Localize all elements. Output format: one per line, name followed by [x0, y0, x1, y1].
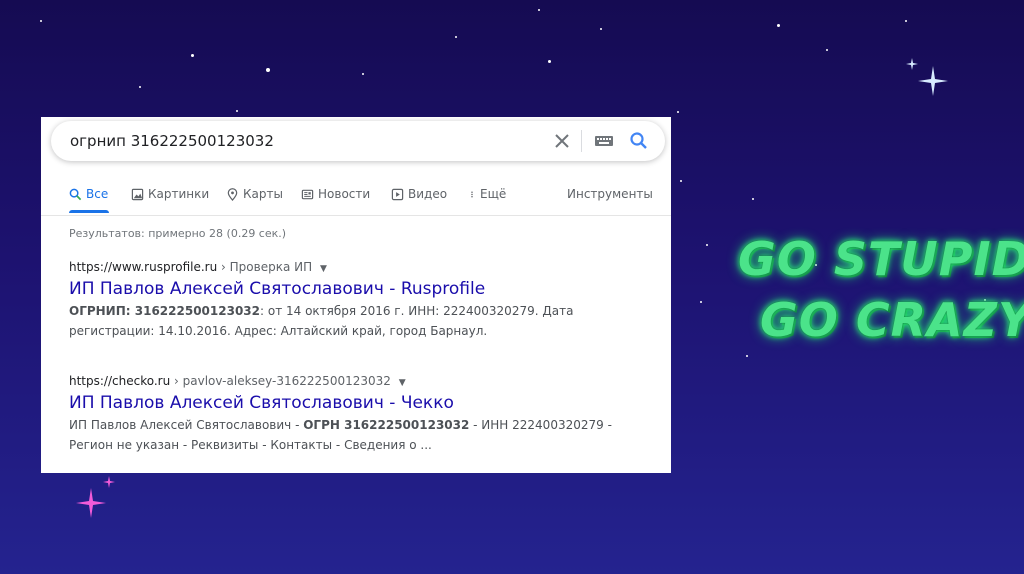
search-tabs: Все Картинки Карты Новости Видео Ещё Инс…	[41, 177, 671, 216]
search-results-screenshot: огрнип 316222500123032 Все Картинки Карт…	[41, 117, 671, 473]
map-pin-icon	[227, 187, 238, 201]
result-breadcrumb: › Проверка ИП	[221, 260, 313, 274]
chevron-down-icon[interactable]: ▼	[399, 378, 406, 388]
star	[700, 301, 702, 303]
result-url[interactable]: https://www.rusprofile.ru › Проверка ИП …	[69, 260, 629, 274]
star	[746, 355, 748, 357]
search-result: https://checko.ru › pavlov-aleksey-31622…	[69, 374, 629, 455]
chevron-down-icon[interactable]: ▼	[320, 264, 327, 274]
news-icon	[301, 189, 314, 199]
star	[826, 49, 828, 51]
snippet-highlight: ОГРН 316222500123032	[303, 418, 470, 432]
tab-images[interactable]: Картинки	[131, 187, 209, 201]
close-icon[interactable]	[552, 131, 572, 151]
image-icon	[131, 188, 144, 200]
active-tab-indicator	[69, 210, 109, 213]
star	[266, 68, 270, 72]
star	[752, 198, 754, 200]
keyboard-icon[interactable]	[594, 131, 614, 151]
star	[677, 111, 679, 113]
result-site: https://www.rusprofile.ru	[69, 260, 218, 274]
search-input[interactable]: огрнип 316222500123032	[70, 132, 274, 150]
tools-label: Инструменты	[567, 187, 653, 201]
neon-text-line-1: GO STUPID	[738, 232, 1024, 286]
result-stats: Результатов: примерно 28 (0.29 сек.)	[69, 227, 287, 240]
more-vertical-icon	[471, 190, 473, 198]
result-title-link[interactable]: ИП Павлов Алексей Святославович - Чекко	[69, 393, 629, 413]
search-icon[interactable]	[629, 131, 649, 151]
star	[236, 110, 238, 112]
tab-label: Все	[86, 187, 109, 201]
star	[362, 73, 364, 75]
star	[191, 54, 194, 57]
star	[455, 36, 457, 38]
tab-maps[interactable]: Карты	[226, 187, 283, 201]
search-icon	[69, 188, 82, 200]
search-result: https://www.rusprofile.ru › Проверка ИП …	[69, 260, 629, 341]
star	[139, 86, 141, 88]
sparkle-icon	[103, 476, 115, 488]
sparkle-icon	[76, 488, 106, 518]
result-snippet: ИП Павлов Алексей Святославович - ОГРН 3…	[69, 415, 629, 455]
neon-text-line-2: GO CRAZY	[760, 293, 1024, 347]
sparkle-icon	[918, 66, 948, 96]
tab-video[interactable]: Видео	[391, 187, 447, 201]
result-site: https://checko.ru	[69, 374, 171, 388]
result-url[interactable]: https://checko.ru › pavlov-aleksey-31622…	[69, 374, 629, 388]
tab-label: Видео	[408, 187, 448, 201]
result-breadcrumb: › pavlov-aleksey-316222500123032	[174, 374, 391, 388]
result-snippet: ОГРНИП: 316222500123032: от 14 октября 2…	[69, 301, 629, 341]
snippet-text: ИП Павлов Алексей Святославович -	[69, 418, 304, 432]
play-icon	[391, 188, 404, 200]
tab-label: Карты	[243, 187, 283, 201]
tab-news[interactable]: Новости	[301, 187, 370, 201]
tab-more[interactable]: Ещё	[468, 187, 506, 201]
star	[600, 28, 602, 30]
tab-label: Картинки	[148, 187, 210, 201]
star	[905, 20, 907, 22]
search-box[interactable]: огрнип 316222500123032	[51, 121, 665, 161]
tab-label: Новости	[318, 187, 371, 201]
sparkle-icon	[906, 58, 918, 70]
tools-button[interactable]: Инструменты	[567, 187, 653, 201]
divider	[581, 130, 582, 152]
star	[538, 9, 540, 11]
star	[548, 60, 551, 63]
result-title-link[interactable]: ИП Павлов Алексей Святославович - Ruspro…	[69, 279, 629, 299]
star	[777, 24, 780, 27]
star	[40, 20, 42, 22]
snippet-highlight: ОГРНИП: 316222500123032	[69, 304, 260, 318]
star	[706, 244, 708, 246]
tab-all[interactable]: Все	[69, 187, 108, 201]
tab-label: Ещё	[480, 187, 507, 201]
star	[680, 180, 682, 182]
